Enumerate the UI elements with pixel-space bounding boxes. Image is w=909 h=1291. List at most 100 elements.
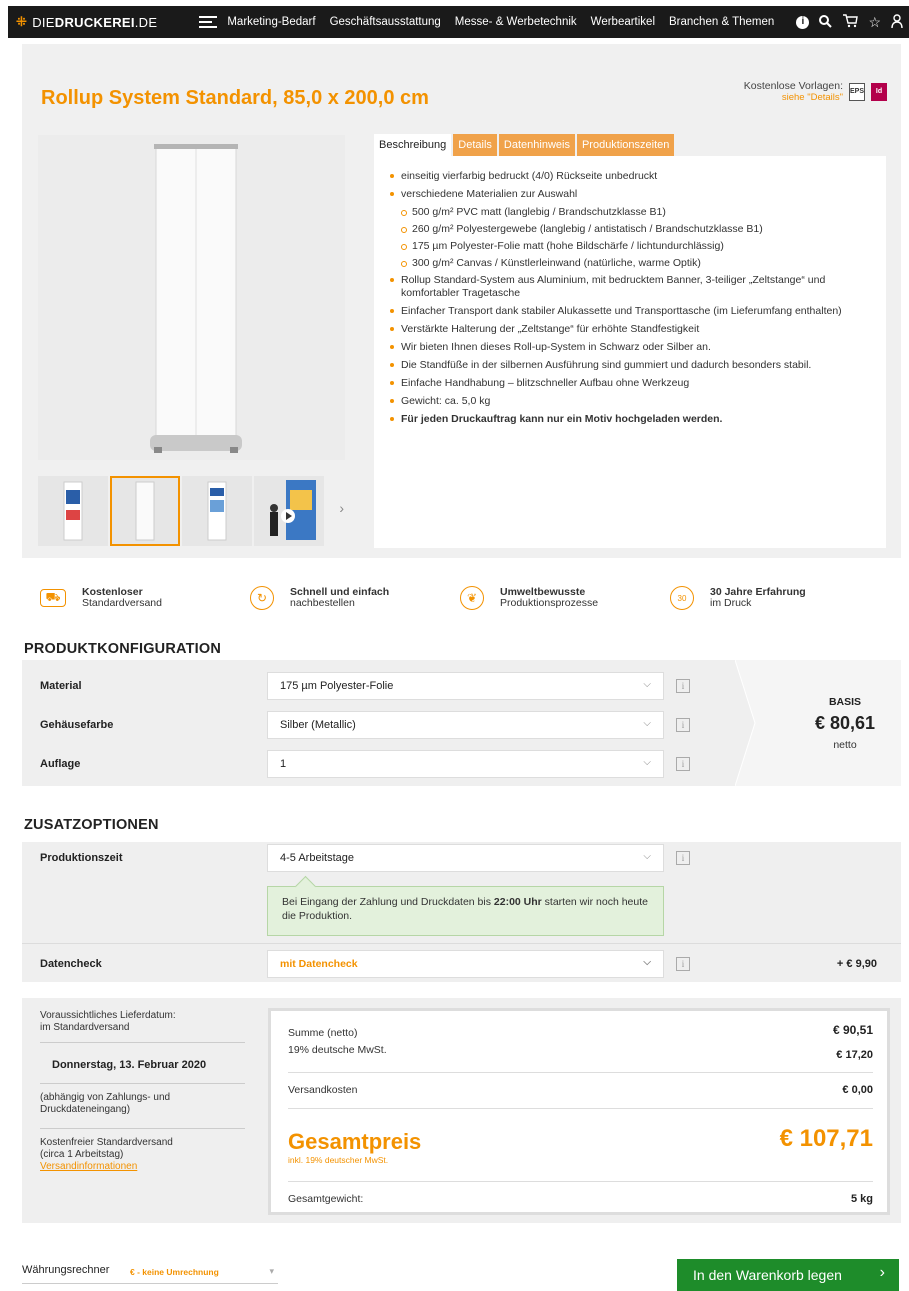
description-item: Rollup Standard-System aus Aluminium, mi… <box>390 274 870 300</box>
extras-row-datacheck: Datencheck mit Datencheck ⌵ i + € 9,90 <box>22 950 901 978</box>
info-box-icon[interactable]: i <box>676 851 690 865</box>
chevron-down-icon: ⌵ <box>643 757 651 768</box>
nav-item-werbeartikel[interactable]: Werbeartikel <box>591 16 655 28</box>
logo[interactable]: ⁜ DIE DRUCKEREI .DE <box>16 14 157 30</box>
nav-item-branchen[interactable]: Branchen & Themen <box>669 16 774 28</box>
info-box-icon[interactable]: i <box>676 679 690 693</box>
vat-label: 19% deutsche MwSt. <box>288 1044 387 1056</box>
currency-value[interactable]: € - keine Umrechnung <box>130 1267 219 1277</box>
usp-sub: im Druck <box>710 597 752 609</box>
cart-icon[interactable] <box>842 14 859 30</box>
add-to-cart-button[interactable]: In den Warenkorb legen › <box>677 1259 899 1291</box>
delivery-date: Donnerstag, 13. Februar 2020 <box>52 1059 207 1071</box>
tab-beschreibung[interactable]: Beschreibung <box>374 134 452 156</box>
tab-produktionszeiten[interactable]: Produktionszeiten <box>576 134 675 156</box>
shipping-line-2: (circa 1 Arbeitstag) <box>40 1149 124 1160</box>
description-item: 500 g/m² PVC matt (langlebig / Brandschu… <box>401 206 870 219</box>
logo-main: DRUCKEREI <box>54 14 135 30</box>
templates-info: Kostenlose Vorlagen: siehe "Details" EPS… <box>744 80 887 104</box>
delivery-note: (abhängig von Zahlungs- und Druckdatenei… <box>40 1092 171 1115</box>
description-item: Einfache Handhabung – blitzschneller Auf… <box>390 377 870 390</box>
description-item: Einfacher Transport dank stabiler Alukas… <box>390 305 870 318</box>
datacheck-select[interactable]: mit Datencheck ⌵ <box>267 950 664 978</box>
currency-converter[interactable]: Währungsrechner € - keine Umrechnung ▾ <box>22 1264 278 1284</box>
templates-link[interactable]: siehe "Details" <box>744 92 843 104</box>
sum-label: Summe (netto) <box>288 1027 358 1039</box>
chevron-right-icon: › <box>879 1264 885 1281</box>
thumbnail-2-selected[interactable] <box>110 476 180 546</box>
award-icon: 30 <box>670 586 694 610</box>
chevron-down-icon: ⌵ <box>643 957 651 968</box>
base-price-box: BASIS € 80,61 netto <box>735 660 901 786</box>
thumbnail-video[interactable]: › <box>254 476 344 546</box>
description-panel: einseitig vierfarbig bedruckt (4/0) Rück… <box>374 156 886 548</box>
chevron-down-icon: ▾ <box>269 1266 274 1276</box>
material-select[interactable]: 175 µm Polyester-Folie ⌵ <box>267 672 664 700</box>
menu-icon[interactable] <box>199 16 218 28</box>
description-item: 300 g/m² Canvas / Künstlerleinwand (natü… <box>401 257 870 270</box>
divider <box>22 943 901 944</box>
star-icon[interactable]: ☆ <box>868 15 881 29</box>
thumbnail-1[interactable] <box>38 476 108 546</box>
base-price-value: € 80,61 <box>814 713 876 733</box>
truck-icon: ⛟ <box>40 589 66 607</box>
extras-label: Datencheck <box>40 958 102 970</box>
indesign-file-icon[interactable]: Id <box>871 83 887 101</box>
description-item: 175 µm Polyester-Folie matt (hohe Bildsc… <box>401 240 870 253</box>
housing-color-select[interactable]: Silber (Metallic) ⌵ <box>267 711 664 739</box>
info-icon[interactable]: i <box>796 15 810 29</box>
nav-item-geschaeftsausstattung[interactable]: Geschäftsausstattung <box>330 16 441 28</box>
thumbnail-3[interactable] <box>182 476 252 546</box>
quantity-select[interactable]: 1 ⌵ <box>267 750 664 778</box>
config-label: Auflage <box>40 758 81 770</box>
search-icon[interactable] <box>819 14 833 30</box>
usp-sub: Standardversand <box>82 597 162 609</box>
chevron-down-icon: ⌵ <box>643 679 651 690</box>
usp-shipping: ⛟ Kostenloser Standardversand <box>40 586 250 610</box>
logo-mark-icon: ⁜ <box>16 14 28 29</box>
description-item: 260 g/m² Polyestergewebe (langlebig / an… <box>401 223 870 236</box>
datacheck-price: + € 9,90 <box>836 958 877 970</box>
extras-heading: ZUSATZOPTIONEN <box>24 817 159 833</box>
info-box-icon[interactable]: i <box>676 757 690 771</box>
usp-experience: 30 30 Jahre Erfahrung im Druck <box>670 586 880 610</box>
logo-prefix: DIE <box>32 14 55 30</box>
production-time-select[interactable]: 4-5 Arbeitstage ⌵ <box>267 844 664 872</box>
config-heading: PRODUKTKONFIGURATION <box>24 641 222 657</box>
description-list: einseitig vierfarbig bedruckt (4/0) Rück… <box>390 170 870 426</box>
product-section: Rollup System Standard, 85,0 x 200,0 cm … <box>22 44 901 558</box>
chevron-down-icon: ⌵ <box>643 718 651 729</box>
product-main-image[interactable] <box>38 135 345 460</box>
shipping-value: € 0,00 <box>842 1084 873 1096</box>
extras-row-production: Produktionszeit 4-5 Arbeitstage ⌵ i <box>22 844 901 872</box>
eps-file-icon[interactable]: EPS <box>849 83 865 101</box>
info-box-icon[interactable]: i <box>676 718 690 732</box>
nav-item-messe[interactable]: Messe- & Werbetechnik <box>455 16 577 28</box>
usp-reorder: ↻ Schnell und einfach nachbestellen <box>250 586 460 610</box>
thumbnail-next-icon[interactable]: › <box>339 500 344 516</box>
shipping-info-link[interactable]: Versandinformationen <box>40 1161 137 1172</box>
base-price-label: BASIS <box>828 696 862 708</box>
config-label: Gehäusefarbe <box>40 719 114 731</box>
delivery-label: Voraussichtliches Lieferdatum: <box>40 1010 176 1021</box>
description-item: verschiedene Materialien zur Auswahl <box>390 188 870 201</box>
description-item: Gewicht: ca. 5,0 kg <box>390 395 870 408</box>
tab-datenhinweis[interactable]: Datenhinweis <box>498 134 575 156</box>
user-icon[interactable] <box>891 14 903 30</box>
leaf-icon: ❦ <box>460 586 484 610</box>
total-sub: inkl. 19% deutscher MwSt. <box>288 1155 389 1165</box>
extras-box: Produktionszeit 4-5 Arbeitstage ⌵ i Bei E… <box>22 842 901 982</box>
delivery-info: Voraussichtliches Lieferdatum: im Standa… <box>40 1010 245 1173</box>
nav-item-marketing[interactable]: Marketing-Bedarf <box>227 16 315 28</box>
thumbnail-strip: › <box>38 476 368 546</box>
tab-details[interactable]: Details <box>453 134 497 156</box>
price-summary: Summe (netto) € 90,51 19% deutsche MwSt.… <box>268 1008 890 1215</box>
info-box-icon[interactable]: i <box>676 957 690 971</box>
top-bar: ⁜ DIE DRUCKEREI .DE Marketing-Bedarf Gesch… <box>0 0 909 44</box>
usp-sub: nachbestellen <box>290 597 355 609</box>
order-summary-section: Voraussichtliches Lieferdatum: im Standa… <box>22 998 901 1223</box>
config-box: Material 175 µm Polyester-Folie ⌵ i Gehäu… <box>22 660 901 786</box>
shipping-label: Versandkosten <box>288 1084 358 1096</box>
base-price-note: netto <box>833 739 857 751</box>
description-item: Wir bieten Ihnen dieses Roll-up-System i… <box>390 341 870 354</box>
